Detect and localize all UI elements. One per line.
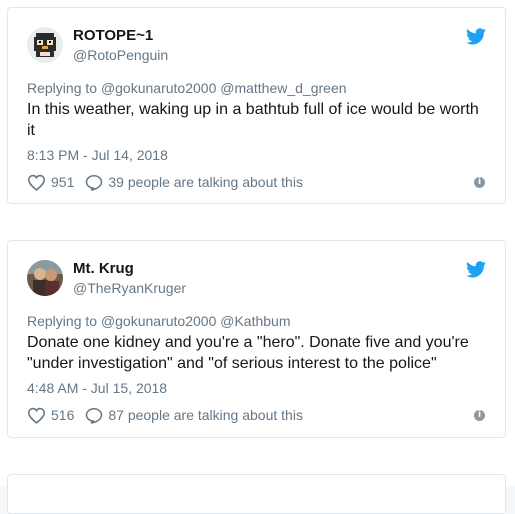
reply-mentions[interactable]: @gokunaruto2000 @Kathbum <box>101 313 291 329</box>
avatar[interactable] <box>27 27 63 63</box>
tweet-text-line: Donate one kidney and you're a "hero". D… <box>27 334 469 351</box>
tweet-text-line: "under investigation" and "of serious in… <box>27 355 437 372</box>
twitter-bird-icon[interactable] <box>466 28 486 45</box>
tweet-text-line: In this weather, waking up in a bathtub … <box>27 101 479 118</box>
reply-bubble-icon <box>86 407 103 424</box>
avatar[interactable] <box>27 260 63 296</box>
reply-prefix: Replying to <box>27 313 98 329</box>
reply-button[interactable]: 87 people are talking about this <box>85 407 303 424</box>
talking-count: 39 people are talking about this <box>108 174 303 190</box>
tweet-timestamp[interactable]: 4:48 AM - Jul 15, 2018 <box>27 379 167 397</box>
penguin-avatar-icon <box>27 27 63 63</box>
user-handle[interactable]: @TheRyanKruger <box>73 279 186 297</box>
reply-bubble-icon <box>86 174 103 191</box>
talking-count: 87 people are talking about this <box>108 407 303 423</box>
like-count: 951 <box>51 174 75 190</box>
photo-avatar-icon <box>27 260 63 296</box>
reply-context: Replying to @gokunaruto2000 @Kathbum <box>27 312 290 330</box>
like-count: 516 <box>51 407 75 423</box>
tweet-text: In this weather, waking up in a bathtub … <box>27 99 487 141</box>
display-name[interactable]: Mt. Krug <box>73 260 134 278</box>
tweet-text: Donate one kidney and you're a "hero". D… <box>27 332 487 374</box>
tweet-card[interactable]: Mt. Krug @TheRyanKruger Replying to @gok… <box>7 240 506 438</box>
reply-prefix: Replying to <box>27 80 98 96</box>
like-button[interactable]: 951 <box>27 174 74 191</box>
heart-icon <box>27 174 46 191</box>
like-button[interactable]: 516 <box>27 407 74 424</box>
tweet-feed: ROTOPE~1 @RotoPenguin Replying to @gokun… <box>0 0 515 514</box>
display-name[interactable]: ROTOPE~1 <box>73 27 153 45</box>
info-icon[interactable]: i <box>474 410 485 421</box>
heart-icon <box>27 407 46 424</box>
reply-button[interactable]: 39 people are talking about this <box>85 174 303 191</box>
info-icon[interactable]: i <box>474 177 485 188</box>
tweet-card[interactable] <box>7 474 506 514</box>
tweet-timestamp[interactable]: 8:13 PM - Jul 14, 2018 <box>27 146 168 164</box>
reply-context: Replying to @gokunaruto2000 @matthew_d_g… <box>27 79 347 97</box>
reply-mentions[interactable]: @gokunaruto2000 @matthew_d_green <box>101 80 347 96</box>
tweet-actions: 516 87 people are talking about this <box>27 405 303 425</box>
twitter-bird-icon[interactable] <box>466 261 486 278</box>
tweet-card[interactable]: ROTOPE~1 @RotoPenguin Replying to @gokun… <box>7 7 506 204</box>
user-handle[interactable]: @RotoPenguin <box>73 46 168 64</box>
tweet-actions: 951 39 people are talking about this <box>27 172 303 192</box>
tweet-text-line: it <box>27 122 35 139</box>
